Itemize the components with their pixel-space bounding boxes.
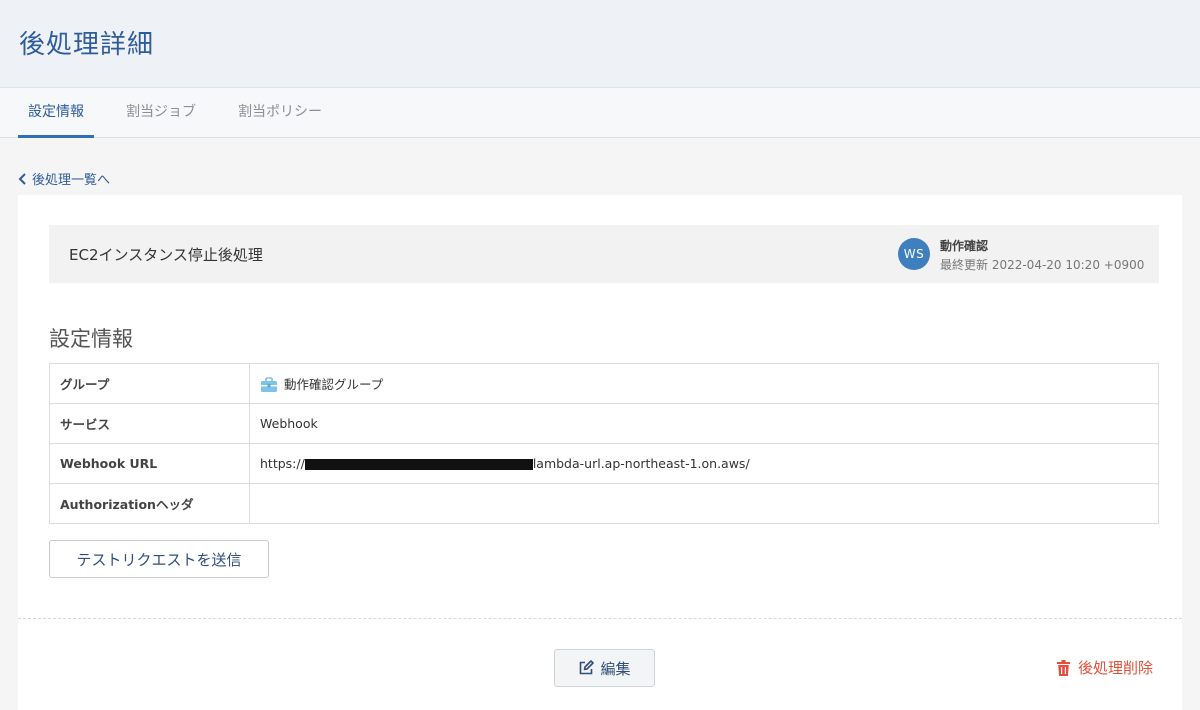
authorization-header-value	[249, 483, 1159, 524]
last-updated: 最終更新 2022-04-20 10:20 +0900	[940, 258, 1145, 272]
tab-settings[interactable]: 設定情報	[18, 88, 94, 138]
page-title: 後処理詳細	[19, 30, 155, 60]
summary-bar: EC2インスタンス停止後処理 WS 動作確認 最終更新 2022-04-20 1…	[49, 225, 1159, 283]
edit-button[interactable]: 編集	[554, 649, 655, 687]
url-prefix: https://	[260, 456, 305, 471]
tab-bar: 設定情報 割当ジョブ 割当ポリシー	[0, 88, 1200, 138]
updater-name: 動作確認	[940, 239, 989, 253]
settings-table: グループ 動作確認グループ サービス Webhook Webhook URL h…	[49, 363, 1159, 524]
briefcase-icon	[261, 377, 277, 393]
redacted-block	[304, 459, 533, 470]
section-title: 設定情報	[49, 327, 133, 351]
edit-icon	[580, 660, 595, 675]
avatar: WS	[898, 238, 930, 270]
detail-card: EC2インスタンス停止後処理 WS 動作確認 最終更新 2022-04-20 1…	[18, 195, 1182, 710]
delete-post-process-button[interactable]: 後処理削除	[1057, 657, 1153, 678]
tab-assigned-policies[interactable]: 割当ポリシー	[230, 88, 330, 138]
back-to-list-link[interactable]: 後処理一覧へ	[18, 169, 110, 188]
row-key: グループ	[49, 363, 250, 404]
webhook-url: https:// lambda-url.ap-northeast-1.on.aws…	[249, 443, 1159, 484]
chevron-left-icon	[18, 172, 26, 185]
row-value: 動作確認グループ	[249, 363, 1159, 404]
page-header: 後処理詳細	[0, 0, 1200, 88]
table-row: Authorizationヘッダ	[49, 483, 1159, 524]
delete-label: 後処理削除	[1078, 659, 1154, 677]
url-suffix: lambda-url.ap-northeast-1.on.aws/	[532, 456, 750, 471]
row-key: Webhook URL	[49, 443, 250, 484]
table-row: Webhook URL https:// lambda-url.ap-northe…	[49, 443, 1159, 484]
send-test-request-button[interactable]: テストリクエストを送信	[49, 540, 269, 578]
table-row: サービス Webhook	[49, 403, 1159, 444]
group-name: 動作確認グループ	[284, 376, 384, 392]
edit-button-label: 編集	[600, 659, 631, 678]
back-link-label: 後処理一覧へ	[32, 173, 111, 188]
service-name: Webhook	[249, 403, 1159, 444]
table-row: グループ 動作確認グループ	[49, 363, 1159, 404]
trash-icon	[1057, 659, 1070, 676]
post-process-name: EC2インスタンス停止後処理	[69, 246, 263, 264]
tab-assigned-jobs[interactable]: 割当ジョブ	[118, 88, 204, 138]
row-key: サービス	[49, 403, 250, 444]
divider	[18, 618, 1182, 619]
row-key: Authorizationヘッダ	[49, 483, 250, 524]
